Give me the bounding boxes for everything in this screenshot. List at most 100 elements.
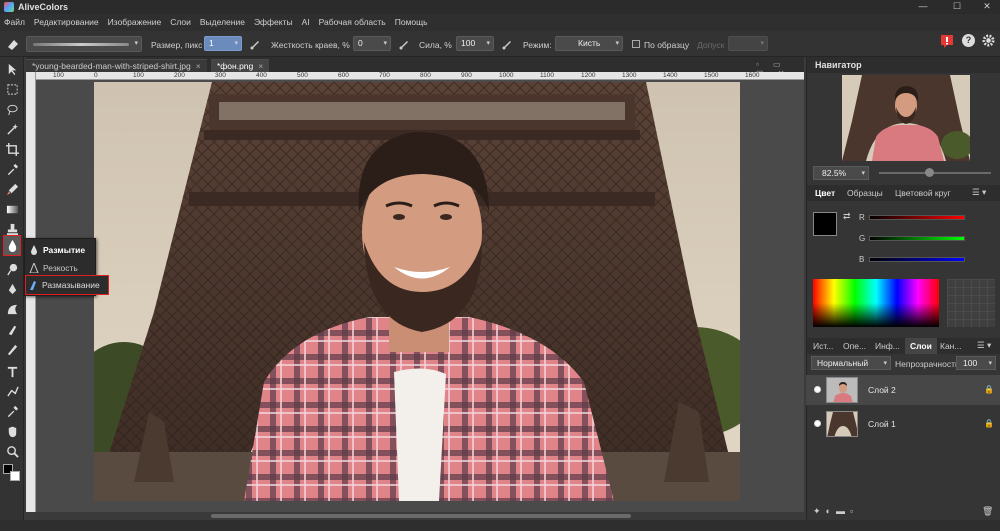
image-canvas[interactable] [94,82,740,501]
notification-icon[interactable] [940,34,954,50]
tab-color[interactable]: Цвет [815,188,835,198]
color-fg-swatch[interactable] [813,212,837,236]
finger-icon [30,281,36,290]
menu-workspace[interactable]: Рабочая область [319,17,386,27]
tab-history[interactable]: Ист... [813,341,833,351]
zoom-slider-track[interactable] [879,172,991,174]
navigator-preview[interactable] [842,75,970,161]
size-input[interactable]: 1 ▾ [204,36,242,51]
text-tool-icon[interactable] [3,363,21,380]
layer-2-name[interactable]: Слой 2 [868,385,896,395]
pencil-tool-icon[interactable] [3,341,21,358]
zoom-level-select[interactable]: 82.5% ▾ [813,166,869,180]
layer-actions: ✦◐▬▫ [813,506,858,517]
menu-help[interactable]: Помощь [395,17,428,27]
move-tool-icon[interactable] [3,61,21,78]
crop-tool-icon[interactable] [3,141,21,158]
layer-1-name[interactable]: Слой 1 [868,419,896,429]
pen-tool-icon[interactable] [3,281,21,298]
strength-input[interactable]: 100 ▾ [456,36,494,51]
lasso-tool-icon[interactable] [3,101,21,118]
flyout-item-sharpen[interactable]: Резкость [27,259,95,276]
gear-icon[interactable] [982,34,995,47]
menu-image[interactable]: Изображение [108,17,162,27]
brush-tool-icon[interactable] [3,181,21,198]
hardness-input[interactable]: 0 ▾ [353,36,391,51]
shape-tool-icon[interactable] [3,301,21,318]
visibility-eye-icon[interactable] [814,420,821,427]
eyedropper-icon[interactable] [3,161,21,178]
pressure-hardness-icon[interactable] [398,38,410,50]
horizontal-scrollbar[interactable] [36,512,804,520]
gradient-tool-icon[interactable] [3,201,21,218]
lock-icon[interactable]: 🔒 [984,419,994,428]
right-panel: Навигатор 82.5% ▾ Цвет Образцы Цветовой к… [806,57,1000,520]
layer-mask-icon[interactable]: ◐ [826,506,836,516]
options-bar: ▾ Размер, пикс 1 ▾ Жесткость краев, % 0 ▾ … [0,31,1000,57]
color-spectrum[interactable] [813,279,939,327]
visibility-eye-icon[interactable] [814,386,821,393]
menu-effects[interactable]: Эффекты [254,17,293,27]
menu-file[interactable]: Файл [4,17,25,27]
hand-tool-icon[interactable] [3,423,21,440]
lock-icon[interactable]: 🔒 [984,385,994,394]
tolerance-input: ▾ [728,36,768,51]
menu-edit[interactable]: Редактирование [34,17,99,27]
layer-row-2[interactable]: Слой 2 🔒 [806,375,1000,405]
zoom-slider-thumb[interactable] [925,168,934,177]
tab-channels[interactable]: Кан... [940,341,961,351]
menu-layers[interactable]: Слои [170,17,191,27]
layer-row-1[interactable]: Слой 1 🔒 [806,409,1000,439]
help-icon[interactable]: ? [962,34,975,47]
new-layer-icon[interactable]: ▫ [850,506,858,516]
layer-group-icon[interactable]: ▬ [836,506,850,516]
swap-colors-icon[interactable]: ⇄ [843,211,851,222]
slider-b[interactable] [869,257,965,262]
minimize-button[interactable]: — [912,0,934,14]
panel-menu-icon[interactable]: ☰ ▾ [972,187,986,198]
layers-menu-icon[interactable]: ☰ ▾ [977,340,991,351]
slider-g[interactable] [869,236,965,241]
blend-mode-select[interactable]: Нормальный ▾ [811,356,891,370]
flyout-item-blur[interactable]: Размытие [27,241,95,258]
tab-swatches[interactable]: Образцы [847,188,883,198]
menu-ai[interactable]: AI [302,17,310,27]
sample-checkbox[interactable] [632,40,640,48]
strength-label: Сила, % [419,40,452,50]
menu-select[interactable]: Выделение [200,17,245,27]
path-tool-icon[interactable] [3,383,21,400]
horizontal-ruler: 100 0 100 200 300 400 500 600 700 800 90… [36,72,804,80]
blur-tool-icon[interactable] [3,235,21,256]
background-color-swatch[interactable] [10,471,20,481]
menu-bar: Файл Редактирование Изображение Слои Выд… [0,14,1000,31]
flyout-item-smudge[interactable]: Размазывание [25,275,109,295]
tab-young-bearded-man[interactable]: *young-bearded-man-with-striped-shirt.jp… [26,59,207,72]
zoom-tool-icon[interactable] [3,443,21,460]
app-title: AliveColors [18,2,69,12]
brush-preset-picker[interactable]: ▾ [26,36,142,52]
tab-fon[interactable]: *фон.png × [211,59,270,72]
triangle-icon [29,262,39,273]
delete-layer-icon[interactable]: 🗑 [982,506,993,517]
smudge-finger-icon[interactable] [3,321,21,338]
slider-r[interactable] [869,215,965,220]
color-picker-icon[interactable] [3,403,21,420]
magic-wand-icon[interactable] [3,121,21,138]
dodge-tool-icon[interactable] [3,261,21,278]
layer-effects-icon[interactable]: ✦ [813,506,826,516]
color-panel-tabs: Цвет Образцы Цветовой круг ☰ ▾ [807,185,1000,201]
mode-select[interactable]: Кисть ▾ [555,36,623,51]
tab-operations[interactable]: Опе... [843,341,866,351]
tab-layers[interactable]: Слои [905,338,937,354]
tools-panel [0,57,24,531]
color-history-grid[interactable] [947,279,995,327]
close-button[interactable]: ✕ [976,0,998,14]
marquee-tool-icon[interactable] [3,81,21,98]
opacity-input[interactable]: 100 ▾ [956,356,996,370]
tab-color-wheel[interactable]: Цветовой круг [895,188,951,198]
pressure-size-icon[interactable] [249,38,261,50]
hardness-label: Жесткость краев, % [271,40,350,50]
tab-info[interactable]: Инф... [875,341,900,351]
pressure-strength-icon[interactable] [501,38,513,50]
maximize-button[interactable]: ☐ [946,0,968,14]
